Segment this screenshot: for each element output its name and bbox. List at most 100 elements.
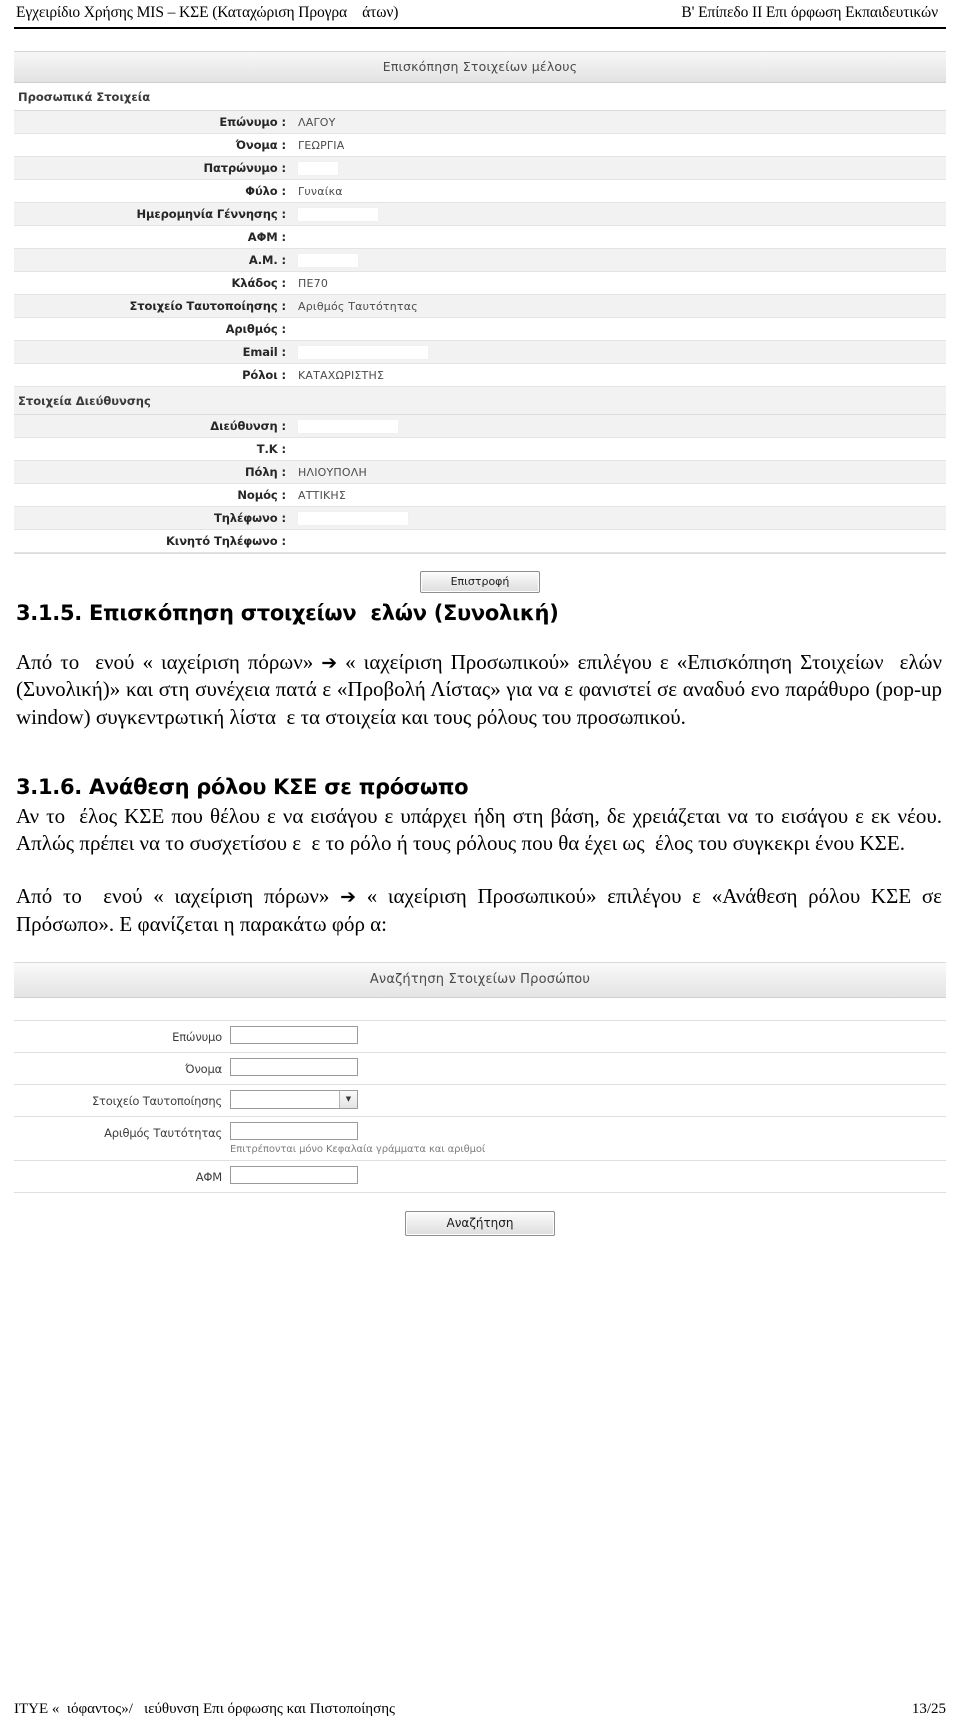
field-row-idnumber: Αριθμός :: [14, 318, 946, 341]
search-label-idnumber: Αριθμός Ταυτότητας: [104, 1126, 222, 1141]
redacted-value: [298, 253, 358, 267]
search-row-afm: ΑΦΜ: [14, 1161, 946, 1194]
section-heading-3-1-6: 3.1.6. Ανάθεση ρόλου ΚΣΕ σε πρόσωπο: [16, 774, 469, 799]
field-row-city: Πόλη : ΗΛΙΟΥΠΟΛΗ: [14, 461, 946, 484]
field-row-fathername: Πατρώνυμο :: [14, 157, 946, 180]
search-form-spacer-row: [14, 998, 946, 1022]
running-footer: ΙΤΥΕ « ιόφαντος»/ ιεύθυνση Επι όρφωσης κ…: [14, 1697, 946, 1718]
field-label-idnumber: Αριθμός :: [225, 322, 287, 336]
field-row-afm: ΑΦΜ :: [14, 226, 946, 249]
field-row-mobile: Κινητό Τηλέφωνο :: [14, 530, 946, 553]
personal-details-subheader: Προσωπικά Στοιχεία: [14, 83, 946, 111]
arrow-icon: ➔: [340, 886, 356, 909]
manual-page: Εγχειρίδιο Χρήσης MIS – ΚΣΕ (Καταχώριση …: [0, 0, 960, 1734]
idnumber-hint: Επιτρέπονται μόνο Κεφαλαία γράμματα και …: [230, 1144, 486, 1156]
field-row-firstname: Όνομα : ΓΕΩΡΓΙΑ: [14, 134, 946, 157]
header-left-text: Εγχειρίδιο Χρήσης MIS – ΚΣΕ (Καταχώριση …: [16, 4, 399, 21]
search-label-afm: ΑΦΜ: [195, 1170, 222, 1185]
search-row-idnumber: Αριθμός Ταυτότητας Επιτρέπονται μόνο Κεφ…: [14, 1117, 946, 1162]
field-label-birthdate: Ημερομηνία Γέννησης :: [136, 207, 286, 221]
idtype-select[interactable]: ▼: [230, 1090, 358, 1110]
field-value-phone: [292, 508, 946, 529]
field-value-firstname: ΓΕΩΡΓΙΑ: [298, 138, 345, 152]
field-value-gender: Γυναίκα: [298, 184, 343, 198]
field-row-branch: Κλάδος : ΠΕ70: [14, 272, 946, 295]
field-value-roles: ΚΑΤΑΧΩΡΙΣΤΗΣ: [298, 368, 385, 382]
field-value-idtype: Αριθμός Ταυτότητας: [298, 299, 418, 313]
field-row-roles: Ρόλοι : ΚΑΤΑΧΩΡΙΣΤΗΣ: [14, 364, 946, 387]
field-value-email: [292, 342, 946, 363]
field-label-postalcode: Τ.Κ :: [256, 442, 286, 456]
field-label-fathername: Πατρώνυμο :: [203, 161, 286, 175]
redacted-value: [298, 345, 428, 359]
search-button[interactable]: Αναζήτηση: [405, 1211, 555, 1237]
search-row-firstname: Όνομα: [14, 1053, 946, 1086]
field-label-surname: Επώνυμο :: [219, 115, 286, 129]
field-value-city: ΗΛΙΟΥΠΟΛΗ: [298, 465, 367, 479]
field-value-address: [292, 416, 946, 437]
search-label-surname: Επώνυμο: [172, 1030, 222, 1045]
field-label-phone: Τηλέφωνο :: [213, 511, 286, 525]
spacer-field: [230, 998, 946, 1008]
person-search-screenshot: Αναζήτηση Στοιχείων Προσώπου Επώνυμο Όνο…: [14, 962, 946, 1247]
member-overview-title: Επισκόπηση Στοιχείων μέλους: [14, 52, 946, 83]
field-value-surname: ΛΑΓΟΥ: [298, 115, 336, 129]
surname-input[interactable]: [230, 1026, 358, 1045]
field-value-afm: [292, 227, 946, 248]
search-field-firstname-wrap: [230, 1053, 946, 1081]
field-value-mobile: [292, 531, 946, 552]
page-number: 13/25: [911, 1701, 946, 1717]
field-row-gender: Φύλο : Γυναίκα: [14, 180, 946, 203]
field-row-idtype: Στοιχείο Ταυτοποίησης : Αριθμός Ταυτότητ…: [14, 295, 946, 318]
search-label-firstname: Όνομα: [185, 1062, 222, 1077]
field-label-am: Α.Μ. :: [248, 253, 286, 267]
field-value-branch: ΠΕ70: [298, 276, 329, 290]
field-value-fathername: [292, 158, 946, 179]
person-search-title: Αναζήτηση Στοιχείων Προσώπου: [14, 962, 946, 999]
personal-fields-list: Επώνυμο : ΛΑΓΟΥ Όνομα : ΓΕΩΡΓΙΑ Πατρώνυμ…: [14, 111, 946, 387]
idtype-select-value: [231, 1091, 339, 1108]
address-fields-list: Διεύθυνση : Τ.Κ : Πόλη : ΗΛΙΟΥΠΟΛΗ Νομός…: [14, 415, 946, 553]
member-overview-footer: Επιστροφή: [14, 553, 946, 601]
spacer-label: [14, 998, 230, 1015]
field-value-postalcode: [292, 439, 946, 460]
redacted-value: [298, 419, 398, 433]
field-value-idnumber: [292, 319, 946, 340]
field-label-gender: Φύλο :: [245, 184, 286, 198]
field-label-roles: Ρόλοι :: [242, 368, 286, 382]
search-row-idtype: Στοιχείο Ταυτοποίησης ▼: [14, 1085, 946, 1118]
field-row-address: Διεύθυνση :: [14, 415, 946, 438]
running-header: Εγχειρίδιο Χρήσης MIS – ΚΣΕ (Καταχώριση …: [14, 0, 946, 29]
field-row-prefecture: Νομός : ΑΤΤΙΚΗΣ: [14, 484, 946, 507]
address-details-subheader: Στοιχεία Διεύθυνσης: [14, 387, 946, 415]
afm-input[interactable]: [230, 1166, 358, 1185]
search-field-afm-wrap: [230, 1161, 946, 1189]
field-label-afm: ΑΦΜ :: [247, 230, 286, 244]
field-label-mobile: Κινητό Τηλέφωνο :: [166, 534, 286, 548]
field-label-idtype: Στοιχείο Ταυτοποίησης :: [129, 299, 287, 313]
chevron-down-icon[interactable]: ▼: [339, 1091, 357, 1109]
field-label-address: Διεύθυνση :: [210, 419, 286, 433]
back-button[interactable]: Επιστροφή: [420, 571, 540, 593]
person-search-footer: Αναζήτηση: [14, 1193, 946, 1247]
section-heading-3-1-5: 3.1.5. Επισκόπηση στοιχείων ελών (Συνολι…: [16, 601, 559, 625]
search-label-idtype: Στοιχείο Ταυτοποίησης: [91, 1094, 222, 1109]
header-right-text: Β' Επίπεδο ΙΙ Επι όρφωση Εκπαιδευτικών: [681, 4, 938, 21]
field-label-city: Πόλη :: [245, 465, 286, 479]
redacted-value: [298, 161, 338, 175]
redacted-value: [298, 207, 378, 221]
search-field-idnumber-wrap: Επιτρέπονται μόνο Κεφαλαία γράμματα και …: [230, 1117, 946, 1160]
idnumber-input[interactable]: [230, 1122, 358, 1141]
paragraph-3-1-5-part-a: Από το ενού « ιαχείριση πόρων»: [16, 650, 322, 674]
search-field-idtype-wrap: ▼: [230, 1085, 946, 1114]
field-value-am: [292, 250, 946, 271]
redacted-value: [298, 511, 408, 525]
firstname-input[interactable]: [230, 1058, 358, 1077]
member-overview-screenshot: Επισκόπηση Στοιχείων μέλους Προσωπικά Στ…: [14, 51, 946, 601]
field-label-email: Email :: [242, 345, 286, 359]
field-value-prefecture: ΑΤΤΙΚΗΣ: [298, 488, 347, 502]
paragraph-3-1-6-part-a: Από το ενού « ιαχείριση πόρων»: [16, 884, 341, 909]
search-row-surname: Επώνυμο: [14, 1021, 946, 1054]
field-row-email: Email :: [14, 341, 946, 364]
field-row-birthdate: Ημερομηνία Γέννησης :: [14, 203, 946, 226]
